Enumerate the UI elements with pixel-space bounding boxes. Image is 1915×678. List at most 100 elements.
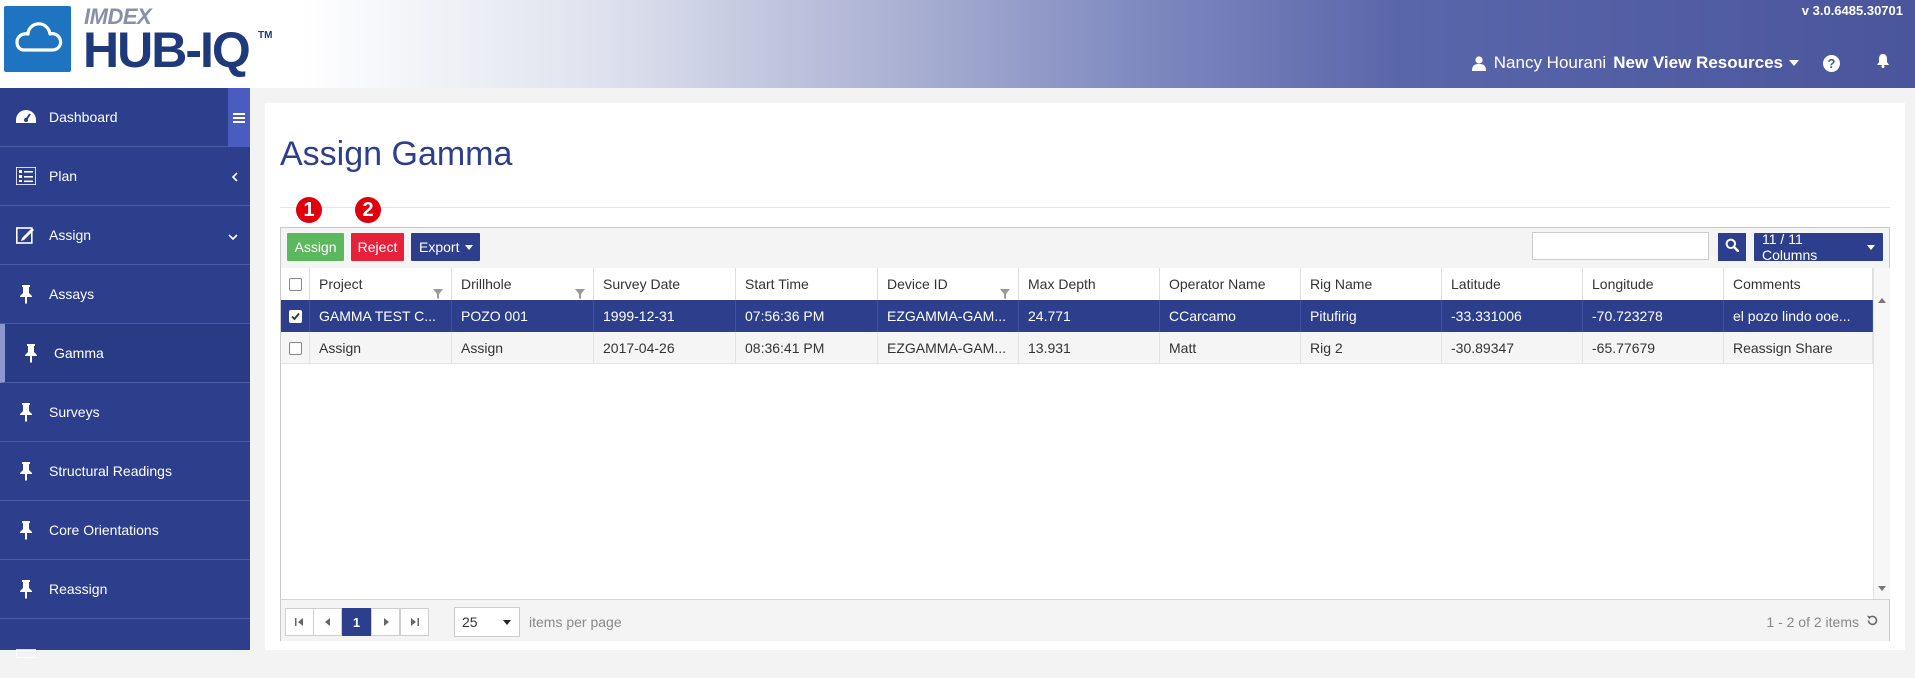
sidebar-item-plan[interactable]: Plan: [0, 147, 250, 206]
column-header-start-time[interactable]: Start Time: [736, 268, 878, 300]
refresh-icon[interactable]: [1866, 614, 1879, 632]
sidebar-item-dashboard[interactable]: Dashboard: [0, 88, 250, 147]
sidebar-item-label: Assays: [49, 286, 95, 302]
select-all-checkbox[interactable]: [289, 278, 302, 291]
column-header-longitude[interactable]: Longitude: [1583, 268, 1724, 300]
sidebar-item-label: Reassign: [49, 581, 108, 597]
column-header-comments[interactable]: Comments: [1724, 268, 1873, 300]
pin-icon: [13, 461, 39, 481]
brand-logo-text: HUB-IQ: [83, 22, 251, 78]
column-header-label: Comments: [1733, 276, 1801, 292]
version-label: v 3.0.6485.30701: [1801, 3, 1903, 18]
sidebar-item-partial[interactable]: [0, 619, 250, 678]
row-select-cell: [281, 332, 310, 364]
page-size-value: 25: [462, 614, 478, 630]
cell-operator-name: CCarcamo: [1160, 300, 1301, 332]
columns-button[interactable]: 11 / 11 Columns: [1754, 231, 1883, 263]
sidebar-item-label: Gamma: [54, 345, 104, 361]
first-page-button[interactable]: [285, 608, 314, 636]
sidebar: Dashboard Plan Assign Assays Gamma Surve…: [0, 88, 250, 658]
column-header-survey-date[interactable]: Survey Date: [594, 268, 736, 300]
user-icon: [1471, 55, 1486, 71]
cell-operator-name: Matt: [1160, 332, 1301, 364]
menu-toggle-icon[interactable]: [228, 88, 250, 147]
cell-latitude: -30.89347: [1442, 332, 1583, 364]
search-input[interactable]: [1532, 232, 1709, 260]
sidebar-item-assign[interactable]: Assign: [0, 206, 250, 265]
search-button[interactable]: [1718, 233, 1746, 261]
vertical-scrollbar[interactable]: [1873, 268, 1890, 599]
sidebar-item-assays[interactable]: Assays: [0, 265, 250, 324]
divider: [280, 207, 1890, 208]
user-menu[interactable]: Nancy Hourani New View Resources ?: [1471, 50, 1890, 76]
cell-drillhole: POZO 001: [452, 300, 594, 332]
chevron-down-icon[interactable]: [1789, 60, 1799, 66]
sidebar-item-reassign[interactable]: Reassign: [0, 560, 250, 619]
cell-comments: el pozo lindo ooe...: [1724, 300, 1873, 332]
table-row[interactable]: Assign Assign 2017-04-26 08:36:41 PM EZG…: [281, 332, 1873, 364]
row-checkbox-checked[interactable]: [289, 310, 302, 323]
assign-button[interactable]: Assign: [287, 233, 344, 261]
table-row[interactable]: GAMMA TEST C... POZO 001 1999-12-31 07:5…: [281, 300, 1873, 332]
pin-icon: [13, 402, 39, 422]
sidebar-item-gamma[interactable]: Gamma: [0, 324, 250, 383]
list-icon: [13, 640, 39, 658]
columns-button-label: 11 / 11 Columns: [1762, 231, 1818, 263]
column-header-label: Device ID: [887, 276, 948, 292]
page-size-select[interactable]: 25: [454, 607, 520, 637]
column-header-label: Drillhole: [461, 276, 512, 292]
pin-icon: [13, 579, 39, 599]
pager: 1 25 items per page 1 - 2 of 2 items: [281, 599, 1889, 641]
column-header-latitude[interactable]: Latitude: [1442, 268, 1583, 300]
prev-page-button[interactable]: [313, 608, 342, 636]
reject-button[interactable]: Reject: [351, 233, 404, 261]
sidebar-item-core-orientations[interactable]: Core Orientations: [0, 501, 250, 560]
column-header-drillhole[interactable]: Drillhole: [452, 268, 594, 300]
step-badge-1: 1: [296, 197, 322, 223]
chevron-down-icon: [1867, 244, 1875, 250]
scroll-up-icon[interactable]: [1878, 298, 1886, 303]
gamma-grid: Assign Reject Export 11 / 11 Columns Pro…: [280, 227, 1890, 641]
user-name[interactable]: Nancy Hourani: [1494, 53, 1606, 73]
column-header-max-depth[interactable]: Max Depth: [1019, 268, 1160, 300]
last-page-button[interactable]: [400, 608, 429, 636]
chevron-down-icon: [503, 620, 511, 625]
cell-device-id: EZGAMMA-GAM...: [878, 300, 1019, 332]
cell-rig-name: Pitufirig: [1301, 300, 1442, 332]
export-button[interactable]: Export: [411, 233, 480, 261]
edit-icon: [13, 226, 39, 244]
cell-latitude: -33.331006: [1442, 300, 1583, 332]
column-header-label: Latitude: [1451, 276, 1501, 292]
cell-longitude: -70.723278: [1583, 300, 1724, 332]
cloud-logo-icon: [4, 6, 71, 72]
sidebar-item-label: Structural Readings: [49, 463, 172, 479]
sidebar-item-structural-readings[interactable]: Structural Readings: [0, 442, 250, 501]
cell-start-time: 08:36:41 PM: [736, 332, 878, 364]
grid-toolbar: Assign Reject Export 11 / 11 Columns: [281, 228, 1889, 269]
cell-start-time: 07:56:36 PM: [736, 300, 878, 332]
page-button-current[interactable]: 1: [342, 608, 371, 636]
table-header: Project Drillhole Survey Date Start Time…: [281, 268, 1873, 301]
cell-comments: Reassign Share: [1724, 332, 1873, 364]
help-icon[interactable]: ?: [1823, 54, 1840, 72]
sidebar-item-surveys[interactable]: Surveys: [0, 383, 250, 442]
select-all-cell: [281, 268, 310, 300]
sidebar-item-label: Surveys: [49, 404, 100, 420]
bell-icon[interactable]: [1876, 53, 1890, 73]
cell-device-id: EZGAMMA-GAM...: [878, 332, 1019, 364]
column-header-rig-name[interactable]: Rig Name: [1301, 268, 1442, 300]
cell-longitude: -65.77679: [1583, 332, 1724, 364]
row-checkbox[interactable]: [289, 342, 302, 355]
cell-max-depth: 13.931: [1019, 332, 1160, 364]
column-header-project[interactable]: Project: [310, 268, 452, 300]
cell-drillhole: Assign: [452, 332, 594, 364]
scroll-down-icon[interactable]: [1878, 586, 1886, 591]
column-header-operator-name[interactable]: Operator Name: [1160, 268, 1301, 300]
org-name[interactable]: New View Resources: [1613, 53, 1783, 73]
chevron-left-icon: [231, 169, 238, 185]
cell-project: Assign: [310, 332, 452, 364]
column-header-device-id[interactable]: Device ID: [878, 268, 1019, 300]
next-page-button[interactable]: [371, 608, 400, 636]
page-title: Assign Gamma: [280, 135, 513, 173]
column-header-label: Start Time: [745, 276, 809, 292]
